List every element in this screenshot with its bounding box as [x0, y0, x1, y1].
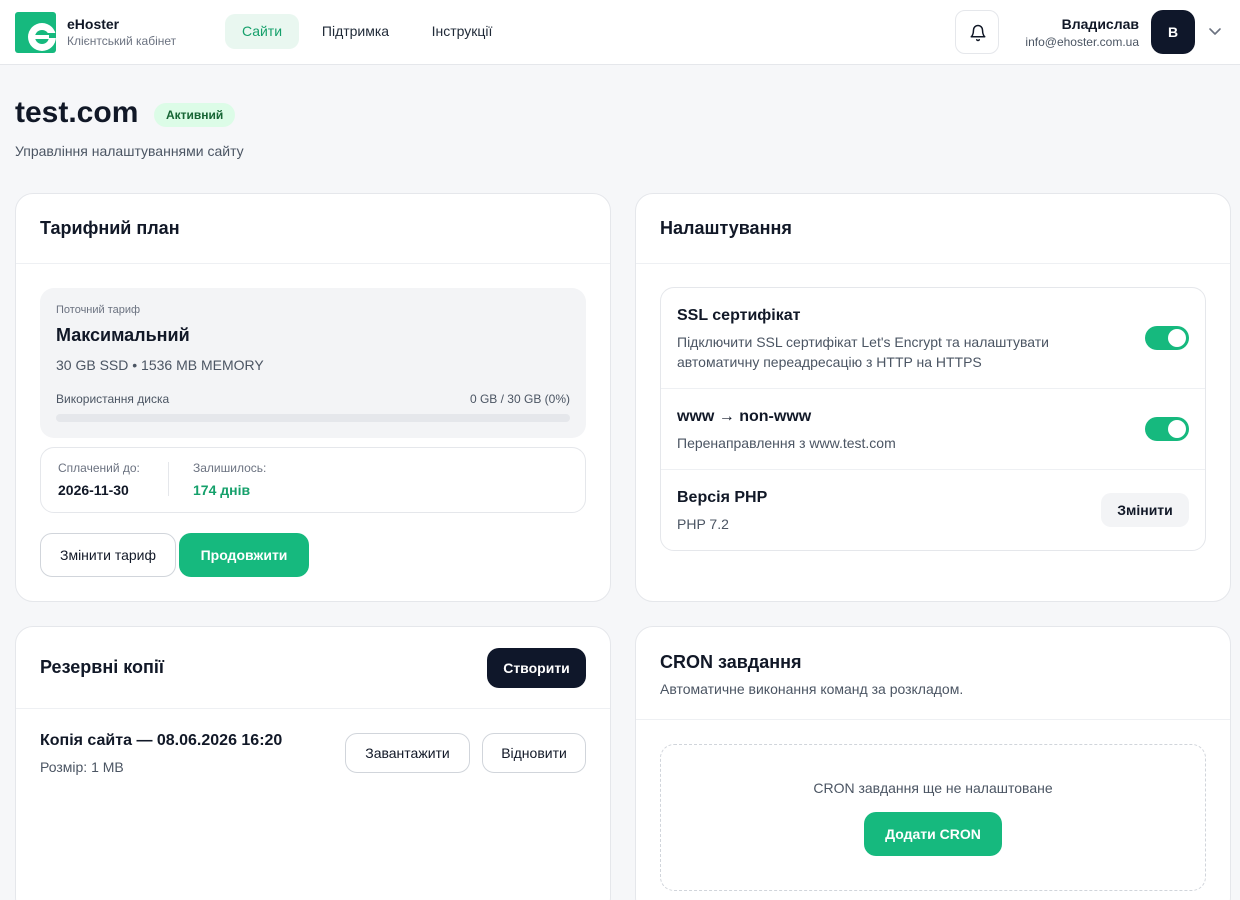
top-navbar: eHoster Клієнтський кабінет Сайти Підтри… [0, 0, 1240, 65]
disk-usage-value: 0 GB / 30 GB (0%) [469, 392, 570, 406]
current-plan-box: Поточний тариф Максимальний 30 GB SSD • … [40, 288, 586, 438]
php-row: Версія PHP PHP 7.2 Змінити [661, 470, 1205, 552]
add-cron-button[interactable]: Додати CRON [864, 812, 1002, 856]
page-title: test.com [15, 96, 139, 129]
backups-card-header: Резервні копії Створити [16, 627, 610, 709]
tariff-title: Тарифний план [40, 218, 180, 238]
change-php-button[interactable]: Змінити [1101, 493, 1189, 527]
cron-empty-state: CRON завдання ще не налаштоване Додати C… [660, 744, 1206, 891]
user-email: info@ehoster.com.ua [1025, 35, 1139, 49]
download-backup-button[interactable]: Завантажити [345, 733, 470, 773]
settings-card: Налаштування SSL сертифікат Підключити S… [635, 193, 1231, 602]
www-title: www → non-www [677, 408, 812, 425]
php-version: PHP 7.2 [677, 516, 729, 532]
cron-card-header: CRON завдання Автоматичне виконання кома… [636, 627, 1230, 720]
ehoster-logo[interactable] [15, 12, 56, 53]
extend-button[interactable]: Продовжити [179, 533, 309, 577]
brand-subtitle: Клієнтський кабінет [67, 34, 177, 48]
status-badge: Активний [154, 103, 236, 127]
paid-until-value: 2026-11-30 [58, 482, 129, 498]
backup-name: Копія сайта — 08.06.2026 16:20 [40, 732, 283, 749]
create-backup-button[interactable]: Створити [487, 648, 586, 688]
page-subtitle: Управління налаштуваннями сайту [15, 143, 244, 159]
cron-empty-text: CRON завдання ще не налаштоване [813, 780, 1053, 796]
backups-title: Резервні копії [40, 657, 164, 677]
plan-specs: 30 GB SSD • 1536 MB MEMORY [56, 357, 264, 373]
user-name: Владислав [1061, 16, 1139, 32]
paid-until-label: Сплачений до: [58, 461, 140, 475]
disk-usage-bar [56, 414, 570, 422]
cron-title: CRON завдання [660, 652, 802, 672]
nav-sites[interactable]: Сайти [225, 14, 299, 49]
backups-card: Резервні копії Створити Копія сайта — 08… [15, 626, 611, 900]
cron-card: CRON завдання Автоматичне виконання кома… [635, 626, 1231, 900]
toggle-knob [1168, 329, 1186, 347]
ssl-title: SSL сертифікат [677, 307, 801, 324]
brand-name: eHoster [67, 16, 120, 32]
plan-name: Максимальний [56, 325, 190, 345]
www-toggle[interactable] [1145, 417, 1189, 441]
www-row: www → non-www Перенаправлення з www.test… [661, 389, 1205, 470]
disk-usage-label: Використання диска [56, 392, 170, 406]
backup-size: Розмір: 1 MB [40, 759, 124, 775]
settings-card-header: Налаштування [636, 194, 1230, 264]
payment-info-box: Сплачений до: 2026-11-30 Залишилось: 174… [40, 447, 586, 513]
days-left-label: Залишилось: [193, 461, 267, 475]
change-tariff-button[interactable]: Змінити тариф [40, 533, 176, 577]
tariff-card: Тарифний план Поточний тариф Максимальни… [15, 193, 611, 602]
nav-support[interactable]: Підтримка [307, 14, 404, 49]
avatar[interactable]: В [1151, 10, 1195, 54]
days-left-value: 174 днів [193, 482, 251, 498]
current-plan-label: Поточний тариф [56, 304, 141, 316]
ssl-toggle[interactable] [1145, 326, 1189, 350]
nav-instructions[interactable]: Інструкції [414, 14, 510, 49]
www-description: Перенаправлення з www.test.com [677, 435, 896, 451]
chevron-down-icon[interactable] [1208, 26, 1222, 38]
settings-title: Налаштування [660, 218, 792, 238]
divider [168, 462, 169, 496]
settings-list: SSL сертифікат Підключити SSL сертифікат… [660, 287, 1206, 551]
toggle-knob [1168, 420, 1186, 438]
cron-description: Автоматичне виконання команд за розкладо… [660, 681, 964, 697]
notifications-button[interactable] [955, 10, 999, 54]
ssl-row: SSL сертифікат Підключити SSL сертифікат… [661, 288, 1205, 389]
tariff-card-header: Тарифний план [16, 194, 610, 264]
restore-backup-button[interactable]: Відновити [482, 733, 586, 773]
bell-icon [970, 24, 986, 42]
php-title: Версія PHP [677, 489, 768, 506]
ssl-description: Підключити SSL сертифікат Let's Encrypt … [677, 334, 1049, 370]
